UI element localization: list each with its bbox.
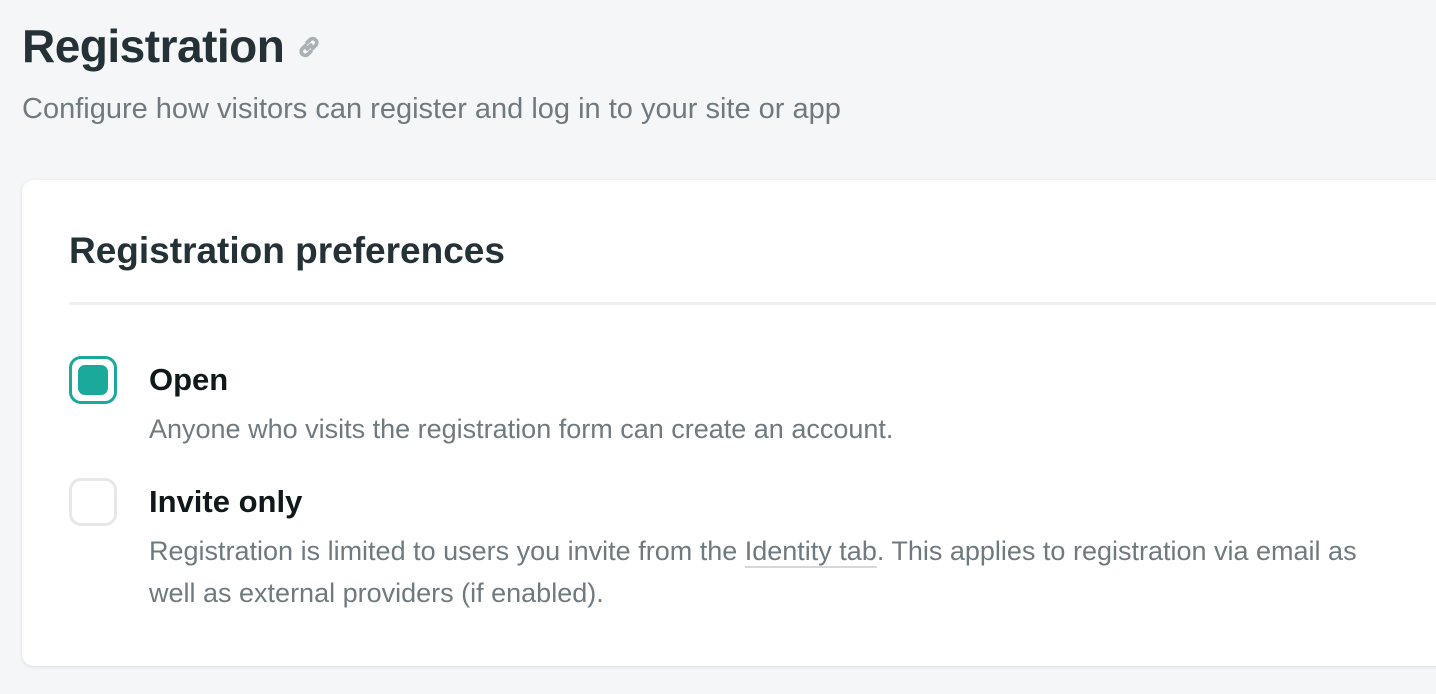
option-open-description: Anyone who visits the registration form … [149,414,894,444]
identity-tab-link[interactable]: Identity tab [744,536,877,568]
invite-only-radio[interactable] [69,478,117,526]
title-row: Registration [22,18,841,74]
invite-description-start: Registration is limited to users you inv… [149,536,745,566]
option-open-label: Open [149,362,229,397]
option-open[interactable]: Open Anyone who visits the registration … [69,356,1359,450]
open-radio[interactable] [69,356,117,404]
divider [69,302,1436,305]
page-title: Registration [22,20,285,72]
option-invite-label: Invite only [149,484,303,519]
page-header: Registration Configure how visitors can … [22,18,841,126]
option-invite-only[interactable]: Invite only Registration is limited to u… [69,478,1359,614]
link-icon[interactable] [294,32,324,62]
card-title: Registration preferences [69,230,505,271]
registration-preferences-card: Registration preferences Open Anyone who… [22,180,1436,666]
page-subtitle: Configure how visitors can register and … [22,93,841,125]
option-invite-description: Registration is limited to users you inv… [149,530,1359,614]
option-invite-text: Invite only Registration is limited to u… [149,478,1359,614]
registration-page: Registration Configure how visitors can … [0,0,1436,694]
option-open-text: Open Anyone who visits the registration … [149,356,1359,450]
